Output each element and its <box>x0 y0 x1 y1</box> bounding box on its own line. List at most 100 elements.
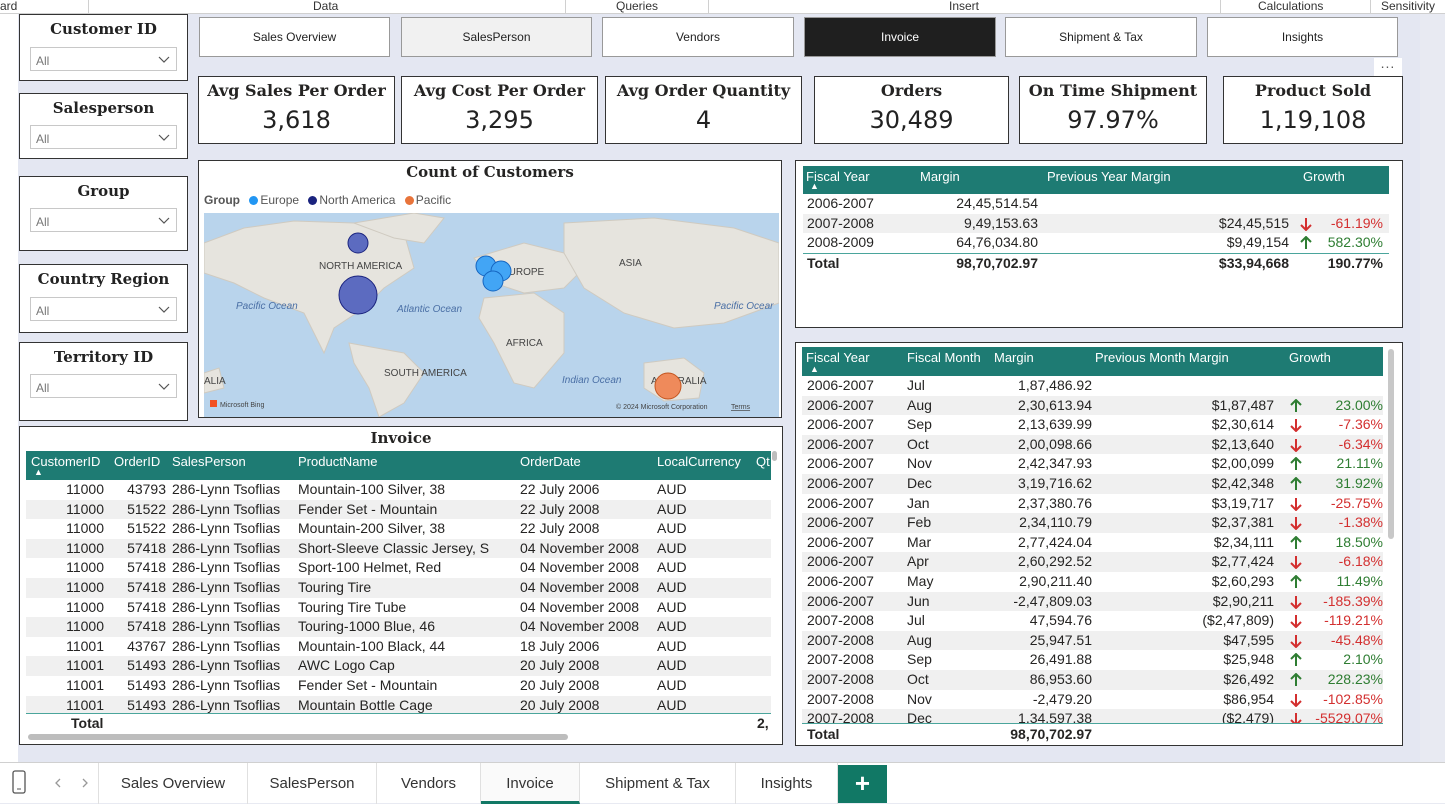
tab-invoice[interactable]: Invoice <box>481 763 580 804</box>
table-row[interactable]: 2006-2007 Apr 2,60,292.52 $2,77,424 -6.18% <box>802 552 1383 572</box>
nav-vendors[interactable]: Vendors <box>602 17 794 57</box>
col-previous-month-margin[interactable]: Previous Month Margin <box>1095 350 1229 365</box>
nav-invoice[interactable]: Invoice <box>804 17 996 57</box>
map-label-asia: ASIA <box>619 258 642 269</box>
table-row[interactable]: 2006-2007 Feb 2,34,110.79 $2,37,381 -1.38% <box>802 513 1383 533</box>
col-order-id[interactable]: OrderID <box>114 454 160 469</box>
ribbon-item-data[interactable]: Data <box>313 0 338 13</box>
ribbon-item-insert[interactable]: Insert <box>949 0 979 13</box>
cell-growth: 21.11% <box>1336 455 1383 472</box>
table-row[interactable]: 11001 51493 286-Lynn Tsoflias AWC Logo Cap 2… <box>26 656 771 676</box>
table-row[interactable]: 2007-2008 9,49,153.63 $24,45,515 -61.19% <box>803 213 1389 234</box>
tab-salesperson[interactable]: SalesPerson <box>248 763 377 804</box>
table-row[interactable]: 2008-2009 64,76,034.80 $9,49,154 582.30% <box>803 233 1389 253</box>
table-row[interactable]: 11000 57418 286-Lynn Tsoflias Touring-1000 … <box>26 617 771 637</box>
col-quantity[interactable]: Qt <box>756 454 770 469</box>
table-row[interactable]: 2006-2007 Dec 3,19,716.62 $2,42,348 31.92% <box>802 474 1383 494</box>
map-bubble-north-america-north[interactable] <box>347 232 369 254</box>
table-row[interactable]: 11001 51493 286-Lynn Tsoflias Fender Set - … <box>26 676 771 696</box>
nav-insights[interactable]: Insights <box>1207 17 1398 57</box>
col-product-name[interactable]: ProductName <box>298 454 377 469</box>
cell-previous-month-margin: $2,42,348 <box>1211 475 1274 491</box>
cell-order-id: 51493 <box>127 677 166 693</box>
cell-order-date: 04 November 2008 <box>520 579 640 595</box>
table-row[interactable]: 11000 57418 286-Lynn Tsoflias Short-Sleeve … <box>26 538 771 559</box>
slicer-dropdown-country-region[interactable]: All <box>30 297 177 321</box>
table-row[interactable]: 2006-2007 Aug 2,30,613.94 $1,87,487 23.00% <box>802 395 1383 416</box>
slicer-dropdown-territory-id[interactable]: All <box>30 374 177 398</box>
nav-shipment-tax[interactable]: Shipment & Tax <box>1005 17 1197 57</box>
table-row[interactable]: 2006-2007 Jun -2,47,809.03 $2,90,211 -185.39… <box>802 591 1383 612</box>
table-row[interactable]: 2006-2007 24,45,514.54 <box>803 194 1389 214</box>
ribbon-item-calculations[interactable]: Calculations <box>1258 0 1323 13</box>
col-margin[interactable]: Margin <box>994 350 1034 365</box>
table-row[interactable]: 11000 43793 286-Lynn Tsoflias Mountain-100 … <box>26 480 771 500</box>
table-row[interactable]: 11000 51522 286-Lynn Tsoflias Fender Set - … <box>26 499 771 520</box>
table-row[interactable]: 2007-2008 Nov -2,479.20 $86,954 -102.85% <box>802 689 1383 710</box>
chevron-left-icon[interactable] <box>53 778 63 788</box>
nav-salesperson[interactable]: SalesPerson <box>401 17 592 57</box>
cell-growth: -6.18% <box>1338 553 1383 570</box>
cell-order-id: 51522 <box>127 500 166 517</box>
table-row[interactable]: 2006-2007 Jul 1,87,486.92 <box>802 376 1383 396</box>
mobile-layout-icon[interactable] <box>12 770 26 794</box>
cell-growth: 23.00% <box>1335 396 1383 413</box>
table-row[interactable]: 2007-2008 Aug 25,947.51 $47,595 -45.48% <box>802 630 1383 651</box>
map-label-indian-ocean: Indian Ocean <box>562 375 622 386</box>
table-row[interactable]: 11000 57418 286-Lynn Tsoflias Sport-100 Hel… <box>26 558 771 578</box>
cell-margin: 86,953.60 <box>1029 671 1092 687</box>
col-previous-year-margin[interactable]: Previous Year Margin <box>1047 169 1171 184</box>
tab-sales-overview[interactable]: Sales Overview <box>98 763 248 804</box>
vertical-scrollbar[interactable] <box>1388 349 1394 539</box>
vertical-scrollbar[interactable] <box>772 451 777 461</box>
col-fiscal-year[interactable]: Fiscal Year <box>806 350 870 365</box>
cell-product-name: Touring Tire Tube <box>298 598 407 615</box>
table-row[interactable]: 2006-2007 Mar 2,77,424.04 $2,34,111 18.50% <box>802 532 1383 553</box>
table-row[interactable]: 11000 57418 286-Lynn Tsoflias Touring Tire … <box>26 597 771 618</box>
legend-north-america: North America <box>319 193 396 207</box>
table-row[interactable]: 2007-2008 Jul 47,594.76 ($2,47,809) -119.21% <box>802 611 1383 631</box>
more-options-icon[interactable]: ... <box>1374 56 1402 76</box>
map-bubble-europe-3[interactable] <box>482 270 504 292</box>
cell-order-date: 18 July 2006 <box>520 637 600 654</box>
table-row[interactable]: 2007-2008 Sep 26,491.88 $25,948 2.10% <box>802 650 1383 670</box>
col-margin[interactable]: Margin <box>920 169 960 184</box>
col-order-date[interactable]: OrderDate <box>520 454 581 469</box>
col-fiscal-month[interactable]: Fiscal Month <box>907 350 981 365</box>
table-row[interactable]: 11001 43767 286-Lynn Tsoflias Mountain-100 … <box>26 636 771 657</box>
col-local-currency[interactable]: LocalCurrency <box>657 454 741 469</box>
table-row[interactable]: 2006-2007 Nov 2,42,347.93 $2,00,099 21.11% <box>802 454 1383 474</box>
cell-growth: -45.48% <box>1330 631 1383 648</box>
ribbon-item-dashboard[interactable]: ard <box>0 0 17 13</box>
add-page-button[interactable]: + <box>838 765 887 803</box>
table-row[interactable]: 2006-2007 May 2,90,211.40 $2,60,293 11.49% <box>802 572 1383 592</box>
table-row[interactable]: 2006-2007 Oct 2,00,098.66 $2,13,640 -6.34% <box>802 434 1383 455</box>
nav-sales-overview[interactable]: Sales Overview <box>199 17 390 57</box>
ribbon-item-sensitivity[interactable]: Sensitivity <box>1381 0 1435 13</box>
col-salesperson[interactable]: SalesPerson <box>172 454 246 469</box>
tab-shipment-tax[interactable]: Shipment & Tax <box>580 763 736 804</box>
slicer-dropdown-salesperson[interactable]: All <box>30 125 177 149</box>
map-label-alia: ALIA <box>204 376 226 387</box>
table-row[interactable]: 2006-2007 Sep 2,13,639.99 $2,30,614 -7.36% <box>802 415 1383 435</box>
map-bubble-australia[interactable] <box>654 372 682 400</box>
table-row[interactable]: 11000 51522 286-Lynn Tsoflias Mountain-200 … <box>26 519 771 539</box>
cell-growth: -61.19% <box>1330 214 1383 231</box>
map-terms-link[interactable]: Terms <box>731 404 751 411</box>
table-row[interactable]: 2006-2007 Jan 2,37,380.76 $3,19,717 -25.75% <box>802 493 1383 514</box>
world-map[interactable]: NORTH AMERICA EUROPE ASIA AFRICA SOUTH A… <box>204 213 779 417</box>
map-bubble-north-america[interactable] <box>338 275 378 315</box>
ribbon-item-queries[interactable]: Queries <box>616 0 658 13</box>
slicer-dropdown-customer-id[interactable]: All <box>30 47 177 71</box>
col-growth[interactable]: Growth <box>1289 350 1331 365</box>
horizontal-scrollbar[interactable] <box>28 734 568 740</box>
map-copyright: © 2024 Microsoft Corporation <box>616 403 708 411</box>
tab-vendors[interactable]: Vendors <box>377 763 481 804</box>
chevron-right-icon[interactable] <box>80 778 90 788</box>
tab-insights[interactable]: Insights <box>736 763 838 804</box>
slicer-dropdown-group[interactable]: All <box>30 208 177 232</box>
col-growth[interactable]: Growth <box>1303 169 1345 184</box>
cell-fiscal-month: Feb <box>907 514 932 531</box>
table-row[interactable]: 11000 57418 286-Lynn Tsoflias Touring Tire 0… <box>26 578 771 598</box>
table-row[interactable]: 2007-2008 Oct 86,953.60 $26,492 228.23% <box>802 670 1383 690</box>
